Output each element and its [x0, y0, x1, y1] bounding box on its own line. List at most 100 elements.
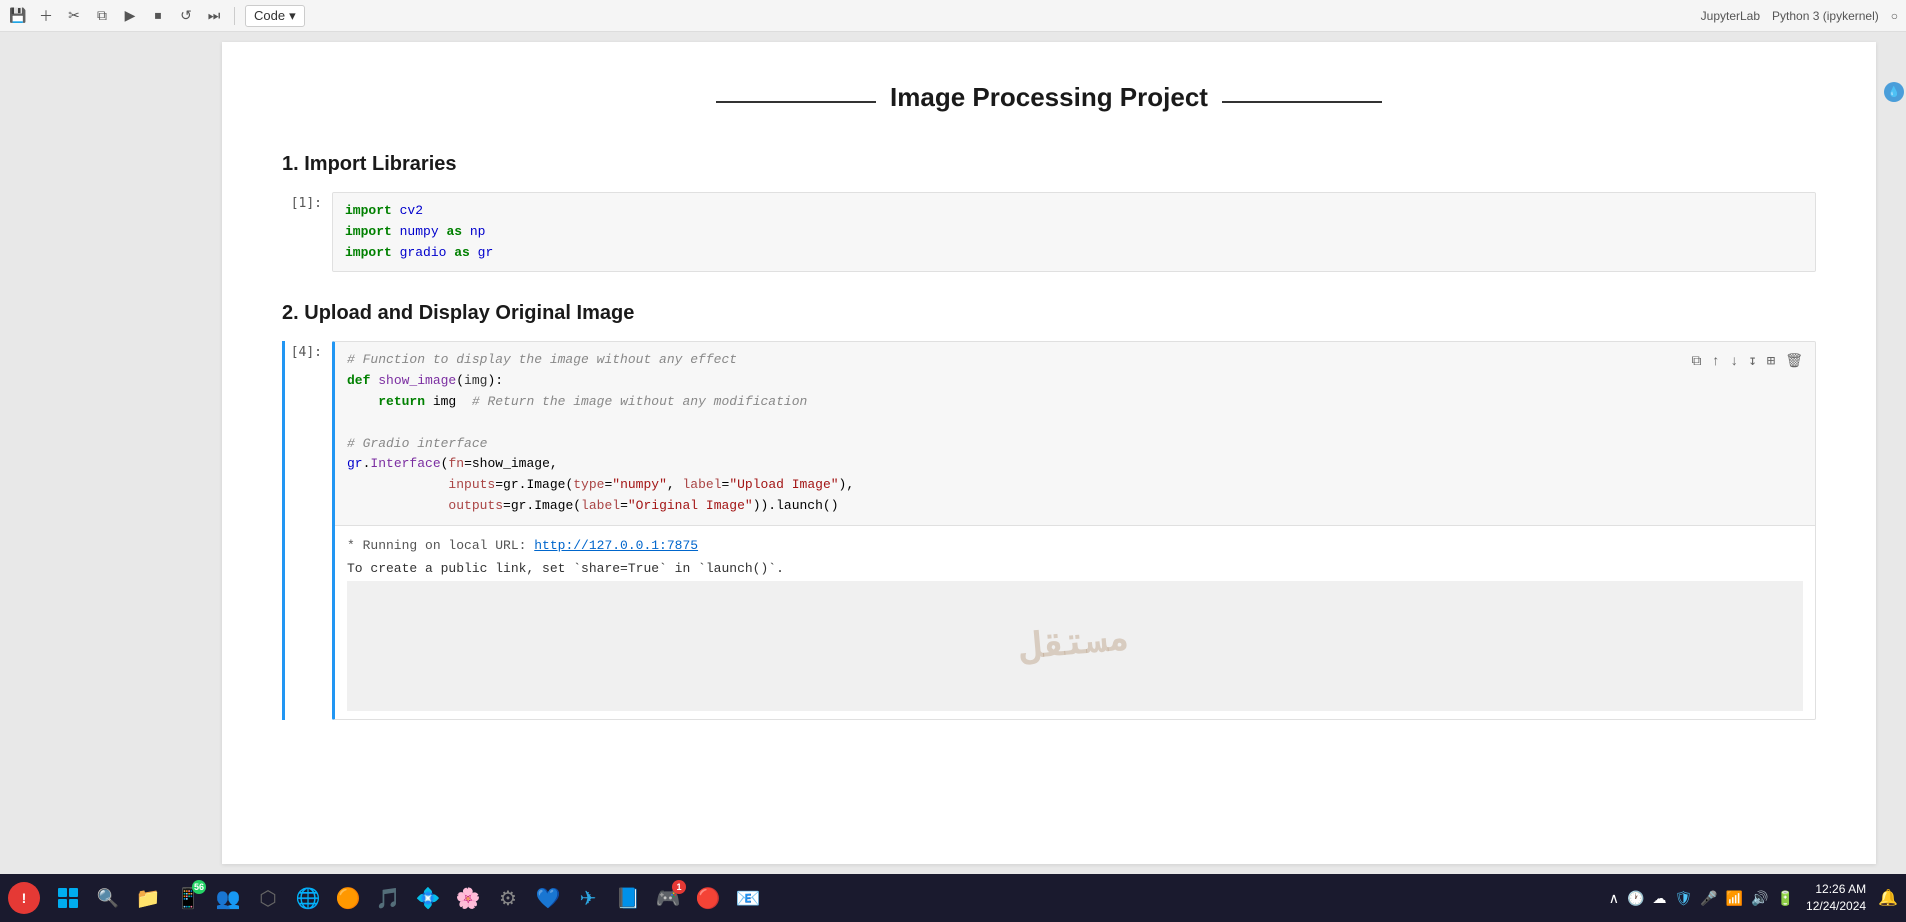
cell2-code[interactable]: ⧉ ↑ ↓ ↧ ⊞ 🗑 # Function to display the im…	[335, 342, 1815, 524]
cell-type-label: Code	[254, 8, 285, 23]
right-sidebar-icon[interactable]: 💧	[1884, 82, 1904, 102]
output-line-1: * Running on local URL: http://127.0.0.1…	[347, 534, 1803, 557]
code2-line-8: outputs=gr.Image(label="Original Image")…	[347, 496, 1803, 517]
taskbar-spotify[interactable]: 🎵	[368, 878, 408, 918]
run-icon[interactable]: ▶	[120, 6, 140, 26]
cell1-number: [1]:	[282, 192, 332, 272]
left-sidebar	[0, 32, 222, 874]
top-toolbar: 💾 ＋ ✂ ⧉ ▶ ⏹ ↺ ⏭ Code ▾ JupyterLab Python…	[0, 0, 1906, 32]
taskbar-email[interactable]: 📧	[728, 878, 768, 918]
section1-number: 1.	[282, 153, 299, 175]
taskbar-discord[interactable]: 🎮 1	[648, 878, 688, 918]
code-line-1: import cv2	[345, 201, 1803, 222]
main-content: Image Processing Project 1. Import Libra…	[0, 32, 1906, 874]
kernel-status-icon: ○	[1891, 9, 1898, 23]
taskbar-gear[interactable]: ⚙	[488, 878, 528, 918]
jupyterlab-label: JupyterLab	[1701, 9, 1760, 23]
cell-type-dropdown[interactable]: Code ▾	[245, 5, 305, 27]
kernel-name: Python 3 (ipykernel)	[1772, 9, 1879, 23]
stop-icon[interactable]: ⏹	[148, 6, 168, 26]
clock-time: 12:26 AM	[1806, 881, 1866, 898]
local-url-link[interactable]: http://127.0.0.1:7875	[534, 538, 698, 553]
notebook-title: Image Processing Project	[890, 82, 1208, 112]
taskbar-facebook[interactable]: 📘	[608, 878, 648, 918]
right-sidebar: 💧	[1886, 32, 1906, 874]
code2-line-2: def show_image(img):	[347, 371, 1803, 392]
whatsapp-badge: 56	[192, 880, 206, 894]
add-cell-icon[interactable]: ＋	[36, 6, 56, 26]
taskbar-vscode[interactable]: 💙	[528, 878, 568, 918]
fast-forward-icon[interactable]: ⏭	[204, 6, 224, 26]
cell-toolbar: ⧉ ↑ ↓ ↧ ⊞ 🗑	[1690, 350, 1805, 374]
section1-title: Import Libraries	[304, 153, 456, 175]
notebook-content: Image Processing Project 1. Import Libra…	[222, 42, 1876, 780]
clock-date: 12/24/2024	[1806, 898, 1866, 915]
start-button[interactable]	[48, 878, 88, 918]
notebook-area[interactable]: Image Processing Project 1. Import Libra…	[222, 42, 1876, 864]
code2-line-4	[347, 413, 1803, 434]
tray-time-sync-icon: 🕐	[1627, 890, 1644, 907]
code2-line-3: return img # Return the image without an…	[347, 392, 1803, 413]
kernel-info: JupyterLab Python 3 (ipykernel) ○	[1701, 9, 1898, 23]
copy-cell-btn[interactable]: ⧉	[1690, 350, 1704, 374]
gradio-embed[interactable]: مستقل	[347, 581, 1803, 711]
title-right-line	[1222, 101, 1382, 103]
code2-line-1: # Function to display the image without …	[347, 350, 1803, 371]
tray-mic-icon[interactable]: 🎤	[1700, 890, 1717, 907]
cell2-output: * Running on local URL: http://127.0.0.1…	[335, 525, 1815, 719]
taskbar-search-button[interactable]: 🔍	[88, 878, 128, 918]
code-cell-2[interactable]: [4]: ⧉ ↑ ↓ ↧ ⊞ 🗑 # Function to display t…	[282, 341, 1816, 719]
cell2-content[interactable]: ⧉ ↑ ↓ ↧ ⊞ 🗑 # Function to display the im…	[332, 341, 1816, 719]
title-left-line	[716, 101, 876, 103]
tray-battery-icon: 🔋	[1777, 890, 1794, 907]
taskbar-mindmap[interactable]: 🌸	[448, 878, 488, 918]
copy-icon[interactable]: ⧉	[92, 6, 112, 26]
discord-badge: 1	[672, 880, 686, 894]
taskbar-teams[interactable]: 👥	[208, 878, 248, 918]
taskbar-visual-studio[interactable]: 💠	[408, 878, 448, 918]
move-up-btn[interactable]: ↑	[1710, 350, 1722, 374]
download-btn[interactable]: ↧	[1746, 350, 1758, 374]
code-line-2: import numpy as np	[345, 222, 1803, 243]
taskbar-right: ∧ 🕐 ☁ 🛡 🎤 📶 🔊 🔋 12:26 AM 12/24/2024 🔔	[1609, 881, 1898, 915]
cell1-code[interactable]: import cv2 import numpy as np import gra…	[333, 193, 1815, 271]
taskbar-telegram[interactable]: ✈	[568, 878, 608, 918]
scissors-icon[interactable]: ✂	[64, 6, 84, 26]
move-down-btn[interactable]: ↓	[1728, 350, 1740, 374]
code2-line-5: # Gradio interface	[347, 434, 1803, 455]
restart-icon[interactable]: ↺	[176, 6, 196, 26]
code-cell-1[interactable]: [1]: import cv2 import numpy as np impor…	[282, 192, 1816, 272]
watermark-text: مستقل	[1018, 609, 1132, 683]
active-cell-indicator	[282, 341, 285, 719]
cell2-number: [4]:	[282, 341, 332, 719]
user-avatar[interactable]: !	[8, 882, 40, 914]
section2-number: 2.	[282, 302, 299, 324]
chevron-down-icon: ▾	[289, 8, 296, 24]
tray-cloud-icon: ☁	[1652, 890, 1666, 907]
cell1-content[interactable]: import cv2 import numpy as np import gra…	[332, 192, 1816, 272]
tray-speaker-icon[interactable]: 🔊	[1751, 890, 1768, 907]
section2-header: 2. Upload and Display Original Image	[282, 302, 1816, 325]
tray-wifi-icon[interactable]: 📶	[1726, 890, 1743, 907]
windows-logo	[58, 888, 78, 908]
taskbar-unknown-red[interactable]: 🔴	[688, 878, 728, 918]
more-btn[interactable]: ⊞	[1765, 350, 1777, 374]
divider	[234, 7, 235, 25]
notification-bell[interactable]: 🔔	[1878, 888, 1898, 908]
taskbar-file-explorer[interactable]: 📁	[128, 878, 168, 918]
taskbar-whatsapp[interactable]: 📱 56	[168, 878, 208, 918]
delete-btn[interactable]: 🗑	[1783, 350, 1805, 374]
taskbar-brave[interactable]: 🟠	[328, 878, 368, 918]
section2-title: Upload and Display Original Image	[304, 302, 634, 324]
code2-line-7: inputs=gr.Image(type="numpy", label="Upl…	[347, 475, 1803, 496]
code-line-3: import gradio as gr	[345, 243, 1803, 264]
tray-chevron-icon[interactable]: ∧	[1609, 890, 1619, 907]
system-tray-icons: ∧ 🕐 ☁ 🛡 🎤 📶 🔊 🔋	[1609, 890, 1794, 907]
taskbar-3d[interactable]: ⬡	[248, 878, 288, 918]
taskbar: ! 🔍 📁 📱 56 👥 ⬡ 🌐 🟠 🎵 💠 🌸 ⚙ 💙 ✈ 📘 �	[0, 874, 1906, 922]
output-line-2: To create a public link, set `share=True…	[347, 557, 1803, 580]
save-icon[interactable]: 💾	[8, 6, 28, 26]
code2-line-6: gr.Interface(fn=show_image,	[347, 454, 1803, 475]
taskbar-clock[interactable]: 12:26 AM 12/24/2024	[1806, 881, 1866, 915]
taskbar-edge[interactable]: 🌐	[288, 878, 328, 918]
